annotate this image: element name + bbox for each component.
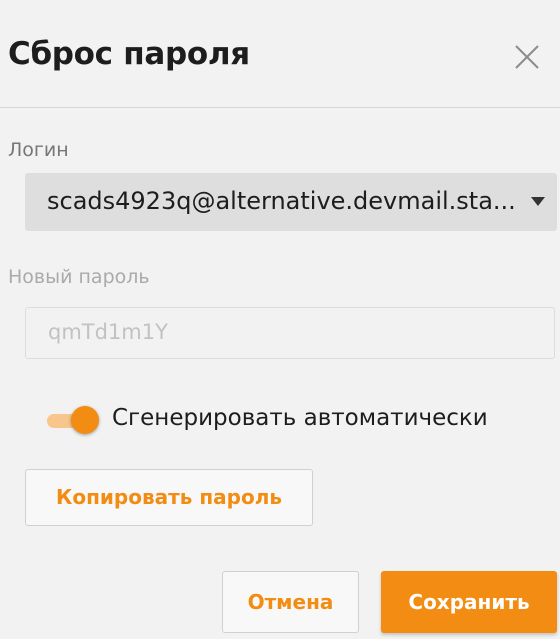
auto-generate-label: Сгенерировать автоматически [112, 405, 488, 431]
copy-password-button[interactable]: Копировать пароль [25, 469, 313, 526]
dialog-header: Сброс пароля [0, 0, 560, 108]
new-password-label: Новый пароль [8, 266, 150, 288]
cancel-button[interactable]: Отмена [222, 571, 359, 633]
login-label: Логин [8, 139, 69, 161]
login-select-value: scads4923q@alternative.devmail.sta... [47, 187, 516, 215]
reset-password-dialog: Сброс пароля Логин scads4923q@alternativ… [0, 0, 560, 639]
dialog-title: Сброс пароля [8, 36, 250, 72]
new-password-input: qmTd1m1Y [25, 307, 555, 359]
login-select[interactable]: scads4923q@alternative.devmail.sta... [25, 173, 557, 231]
caret-down-icon [531, 197, 545, 206]
auto-generate-toggle-knob[interactable] [71, 406, 99, 434]
save-button[interactable]: Сохранить [381, 571, 557, 633]
new-password-value: qmTd1m1Y [48, 320, 168, 344]
close-icon[interactable] [512, 42, 542, 72]
